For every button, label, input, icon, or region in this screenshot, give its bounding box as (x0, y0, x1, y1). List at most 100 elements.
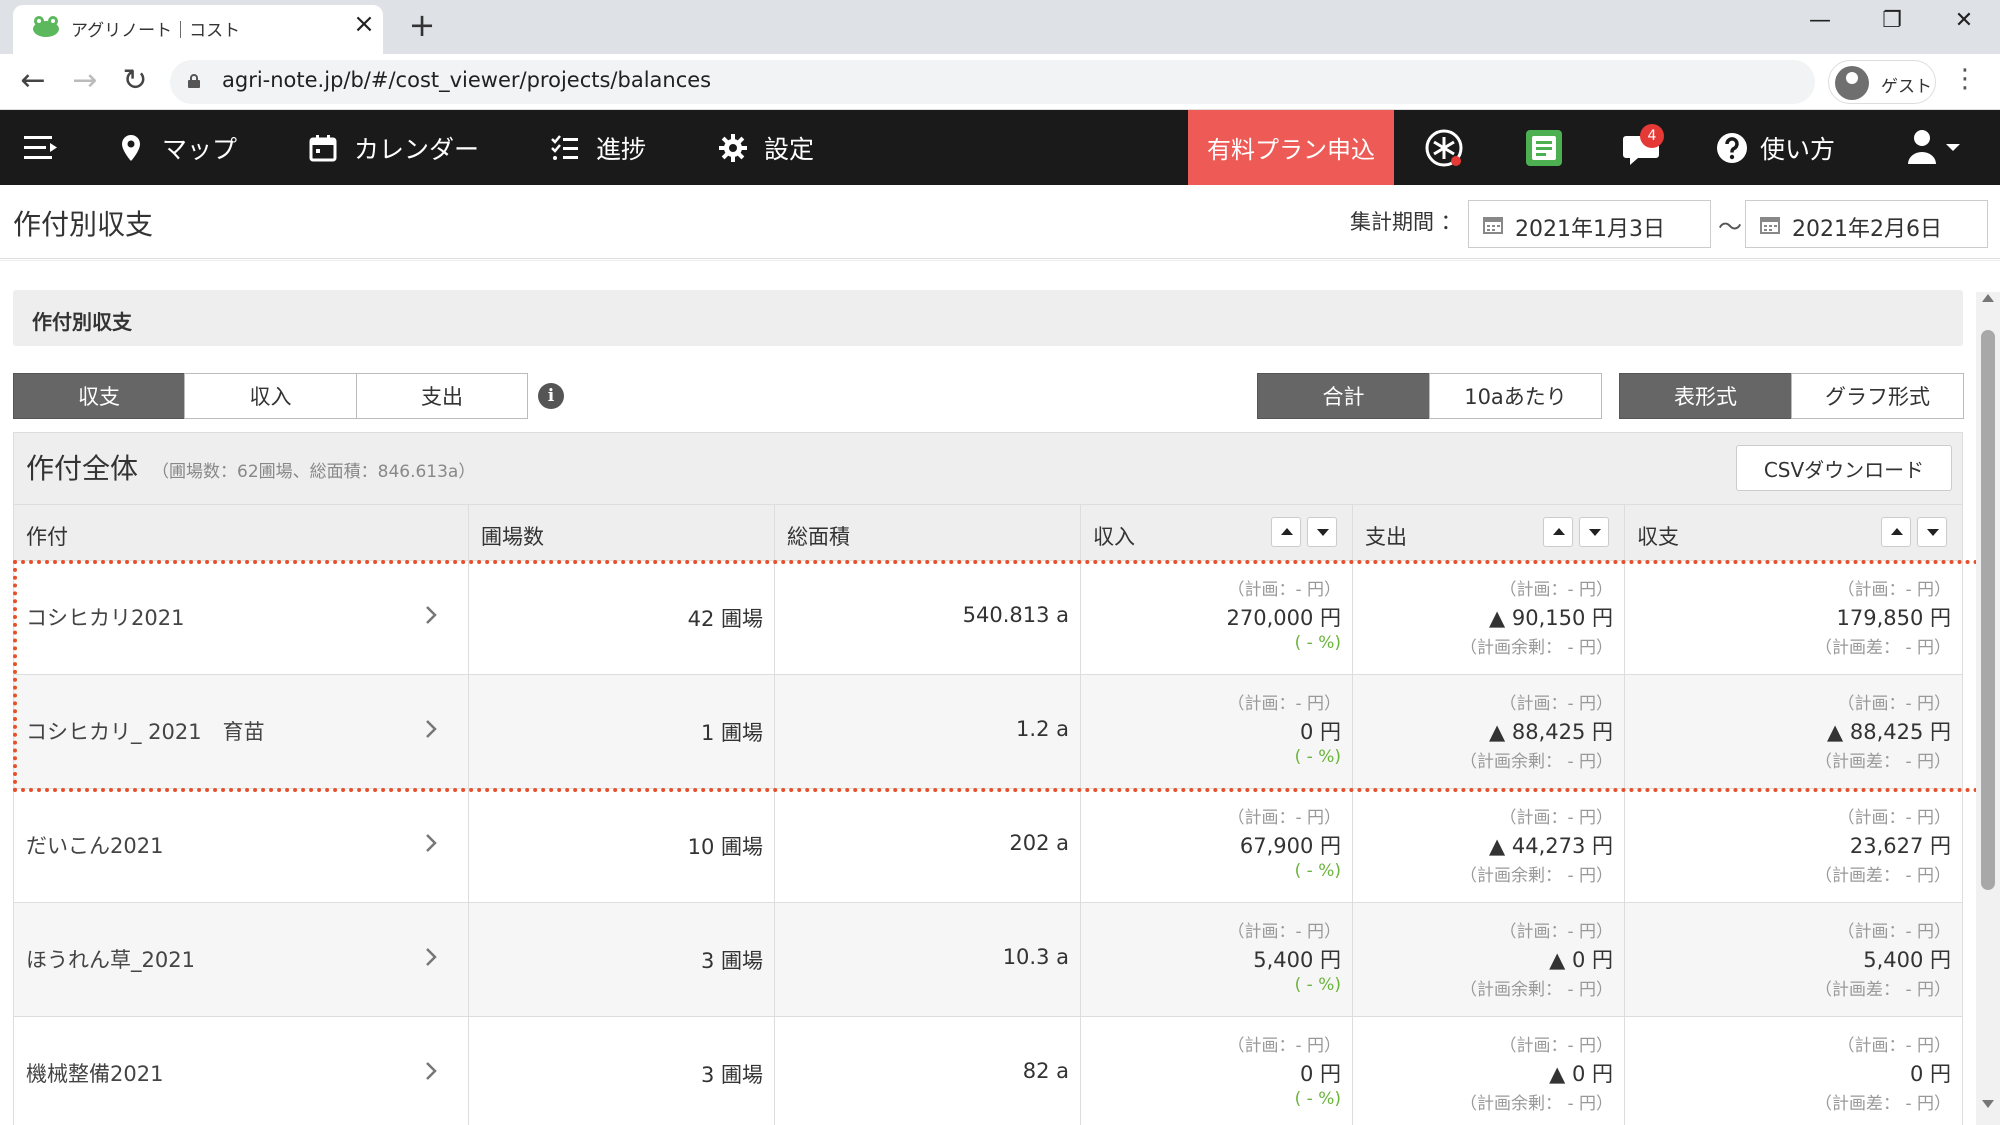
expense-remaining: （計画余剰： - 円） (1460, 866, 1613, 886)
crop-service-icon[interactable] (1422, 126, 1466, 170)
back-icon[interactable]: ← (16, 64, 50, 98)
sort-desc-icon[interactable] (1307, 517, 1337, 547)
section-title: 作付別収支 (32, 310, 132, 334)
income-cell: （計画：- 円） 0 円 ( - %) (1081, 675, 1353, 788)
scroll-up-icon[interactable] (1982, 294, 1994, 302)
paid-plan-button[interactable]: 有料プラン申込 (1188, 110, 1394, 185)
minimize-icon[interactable]: — (1800, 8, 1840, 38)
forward-icon[interactable]: → (68, 64, 102, 98)
income-value: 270,000 円 (1226, 606, 1341, 630)
nav-progress[interactable]: 進捗 (550, 110, 646, 185)
sort-desc-icon[interactable] (1917, 517, 1947, 547)
page-scrollbar[interactable] (1976, 292, 2000, 1125)
new-tab-icon[interactable]: + (405, 6, 439, 44)
unit-toggle: 合計 10aあたり (1257, 373, 1602, 419)
chevron-right-icon[interactable] (424, 945, 438, 969)
user-menu-icon[interactable] (1906, 128, 1964, 168)
csv-download-button[interactable]: CSVダウンロード (1736, 445, 1952, 491)
balance-cell: （計画：- 円） 0 円 （計画差： - 円） (1625, 1017, 1962, 1125)
balance-cell: （計画：- 円） 179,850 円 （計画差： - 円） (1625, 561, 1962, 674)
expense-cell: （計画：- 円） ▲ 90,150 円 （計画余剰： - 円） (1353, 561, 1625, 674)
nav-calendar[interactable]: カレンダー (308, 110, 479, 185)
tab-balance[interactable]: 収支 (13, 373, 185, 419)
section-header: 作付別収支 (13, 290, 1963, 346)
column-header-crop: 作付 (14, 505, 469, 561)
income-percent: ( - %) (1294, 633, 1341, 653)
balance-diff: （計画差： - 円） (1815, 980, 1951, 1000)
area-cell: 82 a (775, 1017, 1081, 1125)
toggle-total[interactable]: 合計 (1257, 373, 1430, 419)
expense-cell: （計画：- 円） ▲ 0 円 （計画余剰： - 円） (1353, 903, 1625, 1016)
chevron-right-icon[interactable] (424, 603, 438, 627)
income-value: 0 円 (1299, 720, 1341, 744)
expense-plan: （計画：- 円） (1499, 694, 1613, 714)
nav-settings[interactable]: 設定 (718, 110, 814, 185)
expense-value: ▲ 90,150 円 (1489, 606, 1613, 630)
sort-asc-icon[interactable] (1543, 517, 1573, 547)
browser-tab[interactable]: アグリノート｜コスト × (13, 5, 383, 54)
browser-toolbar: ← → ↻ agri-note.jp/b/#/cost_viewer/proje… (0, 54, 2000, 110)
balance-plan: （計画：- 円） (1837, 1036, 1951, 1056)
fields-cell: 3 圃場 (469, 903, 775, 1016)
expense-value: ▲ 0 円 (1549, 948, 1613, 972)
total-area: 10.3 a (1002, 945, 1069, 969)
field-count: 3 圃場 (700, 949, 763, 973)
restore-icon[interactable]: ❐ (1872, 8, 1912, 38)
date-from-value: 2021年1月3日 (1515, 217, 1665, 242)
chevron-right-icon[interactable] (424, 831, 438, 855)
table-row[interactable]: だいこん2021 10 圃場 202 a （計画：- 円） 67,900 円 (… (14, 789, 1962, 903)
chevron-right-icon[interactable] (424, 1059, 438, 1083)
table-row[interactable]: 機械整備2021 3 圃場 82 a （計画：- 円） 0 円 ( - %) （… (14, 1017, 1962, 1125)
toggle-table-view[interactable]: 表形式 (1619, 373, 1792, 419)
tab-close-icon[interactable]: × (349, 9, 379, 39)
table-row[interactable]: ほうれん草_2021 3 圃場 10.3 a （計画：- 円） 5,400 円 … (14, 903, 1962, 1017)
toggle-graph-view[interactable]: グラフ形式 (1791, 373, 1964, 419)
profile-name: ゲスト (1881, 77, 1932, 97)
table-row[interactable]: コシヒカリ_ 2021 育苗 1 圃場 1.2 a （計画：- 円） 0 円 (… (14, 675, 1962, 789)
nav-map[interactable]: マップ (116, 110, 237, 185)
expense-plan: （計画：- 円） (1499, 1036, 1613, 1056)
balance-diff: （計画差： - 円） (1815, 1094, 1951, 1114)
help-link[interactable]: 使い方 (1716, 110, 1835, 185)
profile-button[interactable]: ゲスト (1828, 60, 1936, 104)
tab-income[interactable]: 収入 (184, 373, 357, 419)
browser-menu-icon[interactable]: ⋮ (1950, 64, 1980, 98)
expense-plan: （計画：- 円） (1499, 808, 1613, 828)
table-row[interactable]: コシヒカリ2021 42 圃場 540.813 a （計画：- 円） 270,0… (14, 561, 1962, 675)
expense-remaining: （計画余剰： - 円） (1460, 1094, 1613, 1114)
tab-title: アグリノート｜コスト (71, 21, 241, 41)
expense-cell: （計画：- 円） ▲ 0 円 （計画余剰： - 円） (1353, 1017, 1625, 1125)
gear-icon (719, 133, 747, 162)
expense-value: ▲ 0 円 (1549, 1062, 1613, 1086)
crop-balance-table: 作付全体 （圃場数：62圃場、総面積：846.613a） CSVダウンロード 作… (13, 432, 1963, 1125)
calendar-small-icon (1760, 217, 1780, 234)
toggle-per-10a[interactable]: 10aあたり (1429, 373, 1602, 419)
info-icon[interactable]: i (538, 383, 564, 409)
menu-toggle-icon[interactable] (24, 134, 58, 162)
expense-cell: （計画：- 円） ▲ 88,425 円 （計画余剰： - 円） (1353, 675, 1625, 788)
calendar-icon (309, 134, 337, 161)
area-cell: 540.813 a (775, 561, 1081, 674)
scroll-down-icon[interactable] (1982, 1100, 1994, 1108)
chevron-right-icon[interactable] (424, 717, 438, 741)
total-area: 1.2 a (1016, 717, 1069, 741)
sort-asc-icon[interactable] (1881, 517, 1911, 547)
scroll-thumb[interactable] (1981, 330, 1995, 890)
date-to-input[interactable]: 2021年2月6日 (1745, 200, 1988, 248)
fields-cell: 3 圃場 (469, 1017, 775, 1125)
date-from-input[interactable]: 2021年1月3日 (1468, 200, 1711, 248)
crop-name: 機械整備2021 (26, 1062, 164, 1086)
balance-diff: （計画差： - 円） (1815, 638, 1951, 658)
income-percent: ( - %) (1294, 861, 1341, 881)
reload-icon[interactable]: ↻ (118, 64, 152, 98)
tab-expense[interactable]: 支出 (356, 373, 528, 419)
address-bar[interactable]: agri-note.jp/b/#/cost_viewer/projects/ba… (170, 60, 1815, 104)
map-pin-icon (122, 134, 140, 161)
crop-cell: コシヒカリ_ 2021 育苗 (14, 675, 469, 788)
crop-cell: だいこん2021 (14, 789, 469, 902)
sort-asc-icon[interactable] (1271, 517, 1301, 547)
farm-log-icon[interactable] (1522, 126, 1566, 170)
crop-cell: コシヒカリ2021 (14, 561, 469, 674)
close-window-icon[interactable]: ✕ (1944, 8, 1984, 38)
sort-desc-icon[interactable] (1579, 517, 1609, 547)
